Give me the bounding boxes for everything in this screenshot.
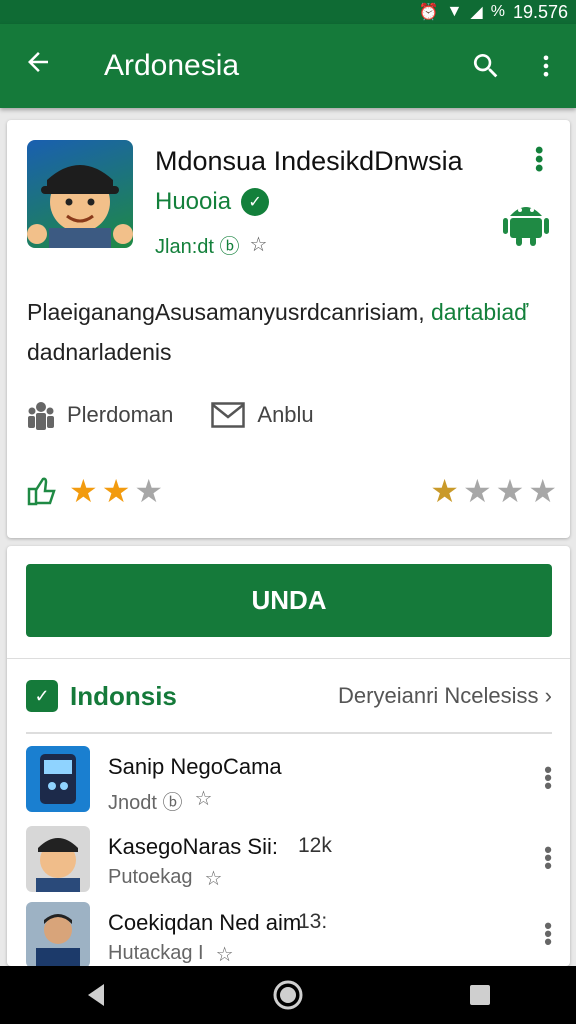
check-badge-icon: ✓ (26, 680, 58, 712)
nav-home-button[interactable] (268, 975, 308, 1015)
meta-item-mail[interactable]: Anblu (211, 402, 314, 428)
circle-home-icon (273, 980, 303, 1010)
list-item-subtitle-row: Hutackag I ☆ (108, 942, 234, 966)
signal-icon: ◢ (470, 4, 483, 21)
star-outline-icon: ☆ (194, 788, 213, 810)
back-button[interactable] (0, 24, 76, 108)
developer-link[interactable]: Huooia ✓ (155, 188, 270, 216)
section-title: Indonsis (70, 680, 177, 711)
list-item-menu-icon[interactable]: • • • (544, 839, 552, 877)
list-item-subtitle-row: Jnodt ⓑ ☆ (108, 786, 212, 815)
status-time: 19.576 (512, 1, 568, 22)
section-header: ✓ Indonsis Deryeianri Ncelesiss › (26, 678, 552, 714)
description-text: PlaeiganangAsusamanyusrdcanrisiam, (27, 299, 425, 325)
list-item-name: Coekiqdan Ned aim (108, 910, 302, 935)
list-item-icon (26, 826, 90, 892)
list-item[interactable]: KasegoNaras Sii: 12k Putoekag ☆ • • • (26, 826, 552, 894)
list-item-subtitle: Hutackag I (108, 942, 204, 964)
rating-stars-right[interactable]: ★ ★ ★ ★ (430, 474, 557, 508)
star-empty-icon: ★ (495, 473, 525, 509)
description-link[interactable]: dartabiaď (431, 299, 528, 325)
star-filled-icon: ★ (101, 473, 131, 509)
list-item-icon (26, 902, 90, 966)
list-item-name: KasegoNaras Sii: (108, 834, 278, 859)
status-bar: ⏰ ▼ ◢ % 19.576 (0, 0, 576, 24)
list-item[interactable]: Sanip NegoCama Jnodt ⓑ ☆ • • • (26, 746, 552, 814)
meta-row: Plerdoman Anblu (27, 400, 352, 430)
android-icon (503, 196, 549, 251)
star-outline-icon: ☆ (249, 234, 268, 256)
rating-stars-left: ★ ★ ★ (69, 474, 163, 508)
star-outline-icon: ☆ (215, 944, 234, 966)
system-nav-bar (0, 966, 576, 1024)
divider (7, 658, 570, 659)
list-item-subtitle: Jnodt ⓑ (108, 792, 183, 814)
developer-name: Huooia (155, 188, 232, 215)
list-item-subtitle: Putoekag (108, 866, 193, 888)
arrow-left-icon (28, 52, 48, 72)
search-icon (473, 54, 498, 78)
list-item-size: 13: (298, 910, 328, 933)
app-bar: Ardonesia (0, 24, 576, 108)
card-menu-icon[interactable]: • • • (535, 139, 543, 181)
meta-item-people[interactable]: Plerdoman (27, 400, 173, 430)
more-vert-icon (543, 55, 549, 77)
app-description: PlaeiganangAsusamanyusrdcanrisiam, darta… (27, 292, 557, 372)
meta-label-people: Plerdoman (67, 402, 174, 427)
verified-badge-icon: ✓ (241, 188, 270, 216)
ratings-row: ★ ★ ★ ★ ★ ★ ★ (27, 474, 557, 508)
divider (26, 732, 552, 734)
meta-label-mail: Anblu (257, 402, 314, 427)
star-filled-icon: ★ (69, 473, 98, 509)
mail-icon (211, 402, 246, 428)
triangle-back-icon (88, 984, 104, 1006)
square-recents-icon (470, 985, 490, 1005)
battery-icon: % (490, 3, 505, 20)
list-item[interactable]: Coekiqdan Ned aim 13: Hutackag I ☆ • • • (26, 902, 552, 966)
nav-back-button[interactable] (76, 975, 116, 1015)
star-outline-icon: ☆ (204, 868, 223, 890)
list-item-icon (26, 746, 90, 812)
description-text-2: dadnarladenis (27, 339, 172, 365)
list-item-size: 12k (298, 834, 332, 857)
app-detail-card: Mdonsua IndesikdDnwsia • • • Huooia ✓ Jlan… (7, 120, 570, 538)
section-more-link[interactable]: Deryeianri Ncelesiss › (338, 683, 552, 709)
install-button[interactable]: UNDA (26, 564, 552, 637)
list-item-menu-icon[interactable]: • • • (544, 759, 552, 797)
nav-recents-button[interactable] (460, 975, 500, 1015)
wifi-icon: ▼ (446, 3, 463, 20)
list-item-name: Sanip NegoCama (108, 754, 282, 779)
star-filled-icon: ★ (430, 473, 459, 509)
star-empty-icon: ★ (462, 473, 492, 509)
app-icon (27, 140, 133, 248)
star-empty-icon: ★ (528, 473, 557, 509)
star-empty-icon: ★ (134, 473, 164, 509)
people-icon (28, 402, 54, 430)
thumbs-up-icon[interactable] (27, 476, 57, 506)
list-item-menu-icon[interactable]: • • • (544, 915, 552, 953)
install-card: UNDA ✓ Indonsis Deryeianri Ncelesiss › S… (7, 546, 570, 966)
app-subtitle: Jlan:dt ⓑ (155, 236, 240, 258)
app-name: Mdonsua IndesikdDnwsia (155, 146, 463, 176)
page-title: Ardonesia (104, 49, 240, 82)
list-item-subtitle-row: Putoekag ☆ (108, 866, 222, 891)
alarm-icon: ⏰ (418, 4, 439, 21)
search-button[interactable] (456, 24, 516, 108)
overflow-menu-button[interactable] (516, 24, 576, 108)
app-subtitle-row: Jlan:dt ⓑ ☆ (155, 230, 267, 259)
